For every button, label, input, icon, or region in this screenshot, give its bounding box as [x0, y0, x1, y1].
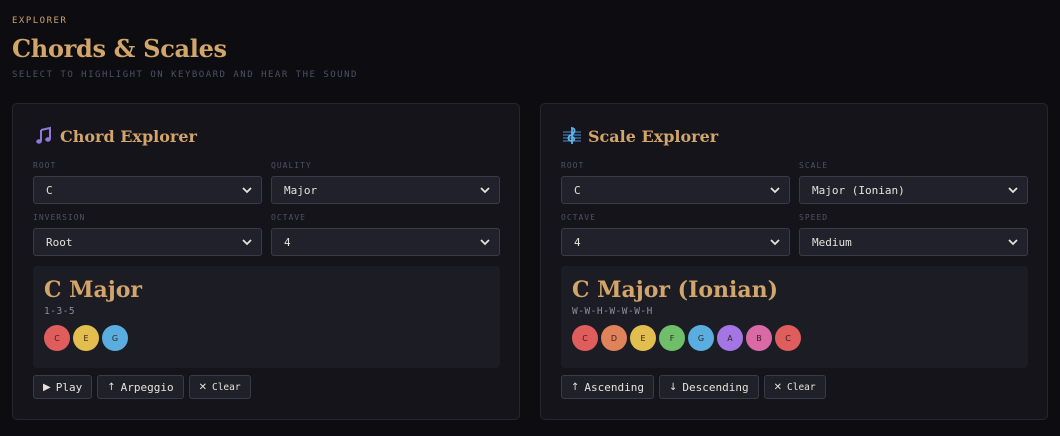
note-badge: D: [601, 325, 627, 351]
chord-inversion-select[interactable]: Root: [33, 228, 262, 256]
scale-clear-button[interactable]: ✕ Clear: [763, 375, 826, 399]
chord-root-select[interactable]: C: [33, 176, 262, 204]
scale-clear-label: Clear: [787, 381, 816, 393]
chevron-down-icon: [242, 187, 252, 194]
descending-button[interactable]: ↓ Descending: [659, 375, 759, 399]
arpeggio-label: Arpeggio: [120, 380, 174, 394]
chord-explorer-header: Chord Explorer: [34, 126, 197, 146]
chord-quality-label: QUALITY: [271, 161, 312, 170]
scale-explorer-panel: Scale Explorer ROOT C SCALE Major (Ionia…: [540, 103, 1048, 420]
chord-formula: 1-3-5: [44, 306, 76, 317]
scale-speed-field: SPEED Medium: [799, 213, 1028, 256]
page-title: Chords & Scales: [12, 34, 227, 63]
page-subtitle: SELECT TO HIGHLIGHT ON KEYBOARD AND HEAR…: [12, 70, 358, 80]
scale-root-label: ROOT: [561, 161, 585, 170]
note-badge: E: [630, 325, 656, 351]
scale-octave-field: OCTAVE 4: [561, 213, 790, 256]
arrow-up-icon: ↑: [571, 381, 580, 393]
chord-explorer-panel: Chord Explorer ROOT C QUALITY Major INVE…: [12, 103, 520, 420]
chord-quality-select[interactable]: Major: [271, 176, 500, 204]
scale-formula: W-W-H-W-W-W-H: [572, 306, 653, 317]
scale-octave-select[interactable]: 4: [561, 228, 790, 256]
chord-octave-field: OCTAVE 4: [271, 213, 500, 256]
note-badge: G: [688, 325, 714, 351]
chord-quality-value: Major: [284, 183, 318, 197]
scale-root-select[interactable]: C: [561, 176, 790, 204]
note-badge: C: [572, 325, 598, 351]
music-note-icon: [34, 126, 54, 146]
scale-explorer-header: Scale Explorer: [562, 126, 718, 146]
scale-explorer-title: Scale Explorer: [588, 126, 719, 146]
chevron-down-icon: [1008, 187, 1018, 194]
close-icon: ✕: [773, 381, 783, 393]
scale-root-value: C: [574, 183, 581, 197]
chord-octave-value: 4: [284, 235, 291, 249]
chevron-down-icon: [480, 239, 490, 246]
arpeggio-button[interactable]: ↑ Arpeggio: [97, 375, 184, 399]
chord-clear-button[interactable]: ✕ Clear: [188, 375, 251, 399]
chord-octave-select[interactable]: 4: [271, 228, 500, 256]
chevron-down-icon: [770, 187, 780, 194]
chord-display: C Major 1-3-5 C E G: [33, 266, 500, 368]
scale-speed-select[interactable]: Medium: [799, 228, 1028, 256]
chord-clear-label: Clear: [211, 381, 241, 393]
scale-speed-value: Medium: [812, 235, 852, 249]
scale-type-label: SCALE: [799, 161, 829, 170]
scale-octave-label: OCTAVE: [561, 213, 596, 222]
note-badge: E: [73, 325, 99, 351]
close-icon: ✕: [198, 381, 207, 393]
chord-quality-field: QUALITY Major: [271, 161, 500, 204]
scale-display: C Major (Ionian) W-W-H-W-W-W-H C D E F G…: [561, 266, 1028, 368]
note-badge: C: [775, 325, 801, 351]
descending-label: Descending: [682, 380, 749, 394]
note-badge: A: [717, 325, 743, 351]
scale-name: C Major (Ionian): [572, 277, 779, 303]
eyebrow: EXPLORER: [12, 16, 68, 26]
chevron-down-icon: [480, 187, 490, 194]
chord-inversion-label: INVERSION: [33, 213, 86, 222]
note-badge: G: [102, 325, 128, 351]
note-badge: B: [746, 325, 772, 351]
scale-octave-value: 4: [574, 235, 581, 249]
chord-root-value: C: [46, 183, 53, 197]
scale-type-field: SCALE Major (Ionian): [799, 161, 1028, 204]
play-label: Play: [55, 380, 83, 394]
chord-octave-label: OCTAVE: [271, 213, 306, 222]
chord-root-label: ROOT: [33, 161, 57, 170]
scale-actions: ↑ Ascending ↓ Descending ✕ Clear: [561, 375, 826, 399]
ascending-button[interactable]: ↑ Ascending: [561, 375, 654, 399]
arrow-up-icon: ↑: [107, 381, 116, 393]
scale-notes: C D E F G A B C: [572, 325, 801, 351]
play-button[interactable]: ▶ Play: [33, 375, 93, 399]
note-badge: C: [44, 325, 70, 351]
chord-notes: C E G: [44, 325, 128, 351]
chevron-down-icon: [1008, 239, 1018, 246]
scale-root-field: ROOT C: [561, 161, 790, 204]
chord-inversion-value: Root: [46, 235, 73, 249]
ascending-label: Ascending: [584, 380, 644, 394]
arrow-down-icon: ↓: [669, 381, 678, 393]
chevron-down-icon: [242, 239, 252, 246]
scale-type-value: Major (Ionian): [812, 183, 905, 197]
chevron-down-icon: [770, 239, 780, 246]
treble-clef-icon: [562, 126, 582, 146]
chord-inversion-field: INVERSION Root: [33, 213, 262, 256]
chord-explorer-title: Chord Explorer: [60, 126, 197, 146]
scale-type-select[interactable]: Major (Ionian): [799, 176, 1028, 204]
chord-name: C Major: [44, 277, 143, 303]
chord-actions: ▶ Play ↑ Arpeggio ✕ Clear: [33, 375, 251, 399]
note-badge: F: [659, 325, 685, 351]
chord-root-field: ROOT C: [33, 161, 262, 204]
play-icon: ▶: [43, 381, 51, 393]
scale-speed-label: SPEED: [799, 213, 829, 222]
